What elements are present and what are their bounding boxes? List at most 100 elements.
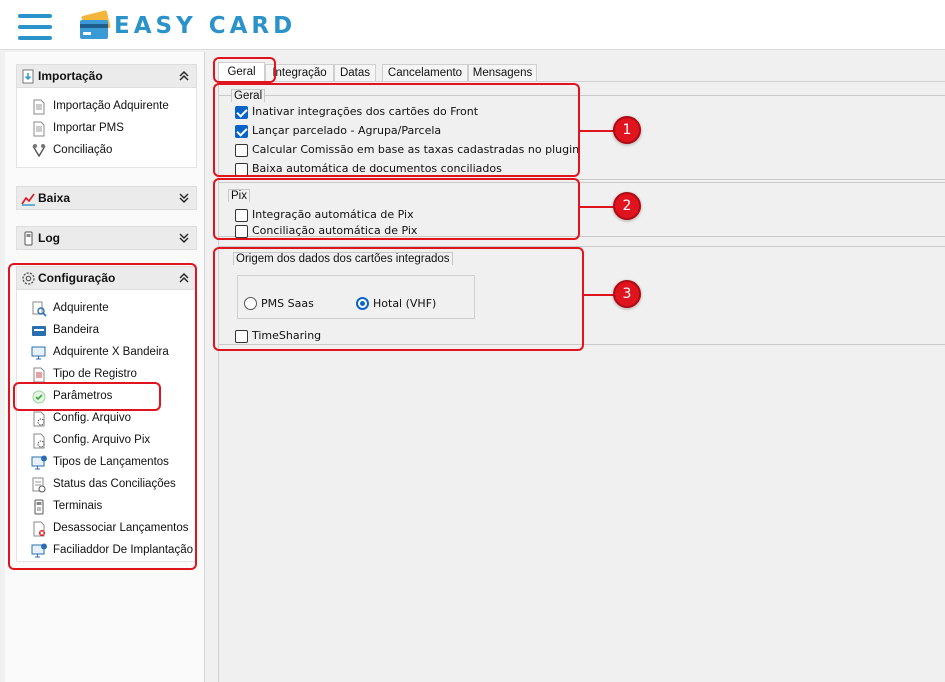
tab-cancelamento[interactable]: Cancelamento	[382, 64, 468, 81]
sidebar-group-importacao-body: Importação Adquirente Importar PMS Conci…	[16, 88, 197, 168]
sidebar-item-conciliacao[interactable]: Conciliação	[17, 141, 196, 161]
radio-button-selected[interactable]	[356, 297, 369, 310]
tab-geral[interactable]: Geral	[218, 62, 265, 82]
pix-group: Pix Integração automática de Pix Concili…	[219, 182, 945, 238]
callout-badge-3: 3	[613, 280, 641, 308]
check-circle-icon	[32, 390, 46, 404]
checkbox-checked[interactable]	[235, 125, 248, 138]
sidebar-group-log[interactable]: Log	[16, 226, 197, 250]
checkbox-checked[interactable]	[235, 106, 248, 119]
sidebar-item-parametros[interactable]: Parâmetros	[17, 387, 196, 407]
geral-group: Geral Inativar integrações dos cartões d…	[219, 89, 945, 180]
checkbox-label: Conciliação automática de Pix	[252, 224, 418, 237]
pix-group-title: Pix	[228, 189, 250, 202]
sidebar-group-label: Configuração	[38, 271, 116, 285]
sidebar-item-label: Bandeira	[53, 324, 100, 336]
sidebar-item-label: Importação Adquirente	[53, 100, 169, 112]
sidebar-item-config-arquivo-pix[interactable]: Config. Arquivo Pix	[17, 431, 196, 451]
sidebar-group-configuracao[interactable]: Configuração	[16, 266, 197, 290]
tab-datas[interactable]: Datas	[334, 64, 376, 81]
sidebar-item-facilitador-de-implantacao[interactable]: Faciliaddor De Implantação	[17, 541, 196, 561]
sidebar-item-label: Config. Arquivo Pix	[53, 434, 151, 446]
sidebar-item-label: Config. Arquivo	[53, 412, 131, 424]
sidebar: Importação Importação Adquirente Importa…	[5, 52, 205, 682]
document-icon	[33, 121, 45, 137]
search-doc-icon	[32, 301, 47, 317]
app-header: EASY CARD	[0, 0, 945, 50]
file-gear-icon	[33, 411, 45, 427]
sidebar-item-importacao-adquirente[interactable]: Importação Adquirente	[17, 97, 196, 117]
sidebar-item-config-arquivo[interactable]: Config. Arquivo	[17, 409, 196, 429]
sidebar-group-importacao[interactable]: Importação	[16, 64, 197, 88]
import-icon	[22, 69, 34, 84]
monitor-info-icon	[31, 543, 47, 558]
sidebar-item-label: Parâmetros	[53, 390, 113, 402]
sidebar-item-label: Adquirente	[53, 302, 109, 314]
status-icon	[32, 477, 46, 493]
sidebar-item-importar-pms[interactable]: Importar PMS	[17, 119, 196, 139]
checkbox-label: Calcular Comissão em base as taxas cadas…	[252, 143, 580, 156]
doc-remove-icon	[33, 521, 45, 537]
origem-group: Origem dos dados dos cartões integrados …	[219, 246, 945, 345]
file-gear-icon	[33, 433, 45, 449]
radio-label: Hotal (VHF)	[373, 297, 437, 310]
tab-integracao[interactable]: Integração	[265, 64, 334, 81]
callout-badge-2: 2	[613, 192, 641, 220]
sidebar-item-tipo-de-registro[interactable]: Tipo de Registro	[17, 365, 196, 385]
sidebar-item-label: Terminais	[53, 500, 103, 512]
tab-mensagens[interactable]: Mensagens	[468, 64, 537, 81]
checkbox[interactable]	[235, 330, 248, 343]
sidebar-item-label: Importar PMS	[53, 122, 124, 134]
sidebar-item-status-das-conciliacoes[interactable]: Status das Conciliações	[17, 475, 196, 495]
sidebar-item-terminais[interactable]: Terminais	[17, 497, 196, 517]
sidebar-item-tipos-de-lancamentos[interactable]: Tipos de Lançamentos	[17, 453, 196, 473]
terminal-icon	[24, 231, 33, 246]
sidebar-item-bandeira[interactable]: Bandeira	[17, 321, 196, 341]
sidebar-item-adquirente-x-bandeira[interactable]: Adquirente X Bandeira	[17, 343, 196, 363]
chart-icon	[21, 193, 35, 206]
sidebar-item-label: Tipo de Registro	[53, 368, 137, 380]
checkbox-label: Baixa automática de documentos conciliad…	[252, 162, 502, 175]
app-title: EASY CARD	[114, 13, 297, 39]
hamburger-menu-icon[interactable]	[18, 14, 52, 40]
callout-line-1	[580, 130, 614, 132]
sidebar-item-label: Adquirente X Bandeira	[53, 346, 169, 358]
gear-icon	[22, 272, 35, 285]
chevron-down-icon	[179, 233, 189, 243]
sidebar-group-label: Log	[38, 231, 60, 245]
document-icon	[33, 367, 45, 383]
sidebar-item-desassociar-lancamentos[interactable]: Desassociar Lançamentos	[17, 519, 196, 539]
sidebar-item-label: Tipos de Lançamentos	[53, 456, 169, 468]
credit-card-logo-icon	[80, 10, 111, 39]
sidebar-item-label: Conciliação	[53, 144, 113, 156]
checkbox-label: Integração automática de Pix	[252, 208, 414, 221]
chevron-up-icon	[179, 273, 189, 283]
sidebar-item-label: Faciliaddor De Implantação	[53, 544, 193, 556]
main-panel: Geral Integração Datas Cancelamento Mens…	[208, 52, 945, 682]
geral-group-title: Geral	[231, 89, 266, 102]
checkbox[interactable]	[235, 225, 248, 238]
sidebar-group-label: Baixa	[38, 191, 71, 205]
checkbox-label: Lançar parcelado - Agrupa/Parcela	[252, 124, 442, 137]
sidebar-item-adquirente[interactable]: Adquirente	[17, 299, 196, 319]
checkbox[interactable]	[235, 163, 248, 176]
sidebar-group-label: Importação	[38, 69, 103, 83]
card-icon	[32, 326, 46, 336]
chevron-down-icon	[179, 193, 189, 203]
sidebar-item-label: Desassociar Lançamentos	[53, 522, 189, 534]
checkbox-label: TimeSharing	[252, 329, 322, 342]
callout-line-2	[580, 206, 614, 208]
document-icon	[33, 99, 45, 115]
sidebar-group-baixa[interactable]: Baixa	[16, 186, 197, 210]
callout-line-3	[584, 294, 614, 296]
checkbox-label: Inativar integrações dos cartões do Fron…	[252, 105, 479, 118]
radio-button[interactable]	[244, 297, 257, 310]
monitor-info-icon	[31, 455, 47, 470]
checkbox[interactable]	[235, 144, 248, 157]
callout-badge-1: 1	[613, 116, 641, 144]
reconcile-icon	[32, 144, 46, 158]
sidebar-group-configuracao-body: Adquirente Bandeira Adquirente X Bandeir…	[16, 290, 197, 562]
pos-terminal-icon	[34, 499, 44, 515]
checkbox[interactable]	[235, 209, 248, 222]
sidebar-item-label: Status das Conciliações	[53, 478, 176, 490]
